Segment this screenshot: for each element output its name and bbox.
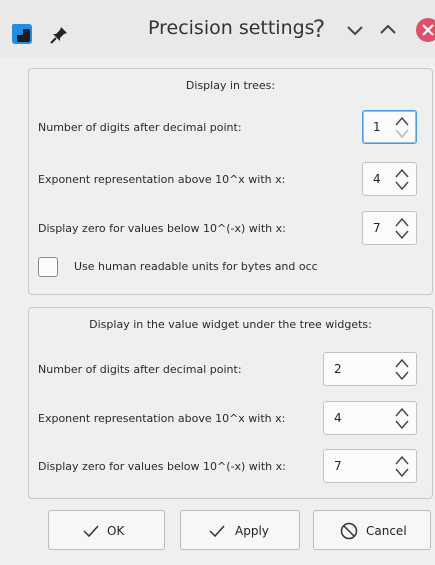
value-widget-group-title: Display in the value widget under the tr…: [89, 318, 372, 331]
chevron-down-icon[interactable]: [394, 180, 410, 192]
checkmark-icon: [83, 525, 99, 538]
value-digits-label: Number of digits after decimal point:: [38, 363, 242, 376]
value-digits-spinbox[interactable]: 2: [323, 352, 417, 386]
chevron-down-icon[interactable]: [394, 467, 410, 479]
trees-group-title: Display in trees:: [185, 79, 276, 92]
apply-button[interactable]: Apply: [180, 510, 300, 550]
value-zero-spinbox[interactable]: 7: [323, 449, 417, 483]
chevron-down-icon[interactable]: [342, 16, 368, 44]
value-exponent-spinbox[interactable]: 4: [323, 401, 417, 435]
chevron-down-icon[interactable]: [394, 419, 410, 431]
ok-label: OK: [107, 524, 125, 538]
ok-button[interactable]: OK: [48, 510, 165, 550]
spin-value: 7: [334, 459, 342, 473]
trees-exponent-spinbox[interactable]: 4: [362, 162, 417, 196]
chevron-up-icon[interactable]: [394, 406, 410, 418]
cancel-label: Cancel: [366, 524, 407, 538]
trees-group: Display in trees: Number of digits after…: [28, 68, 433, 295]
spin-value: 7: [373, 221, 381, 235]
chevron-up-icon[interactable]: [394, 216, 410, 228]
checkmark-icon: [209, 525, 225, 538]
chevron-up-icon[interactable]: [394, 454, 410, 466]
close-icon[interactable]: [415, 16, 435, 44]
trees-zero-label: Display zero for values below 10^(-x) wi…: [38, 222, 286, 235]
chevron-down-icon[interactable]: [394, 370, 410, 382]
window-title: Precision settings: [148, 17, 315, 39]
trees-digits-spinbox[interactable]: 1: [362, 110, 417, 144]
help-icon[interactable]: ?: [306, 16, 332, 44]
cancel-button[interactable]: Cancel: [313, 510, 431, 550]
value-zero-label: Display zero for values below 10^(-x) wi…: [38, 460, 286, 473]
title-bar[interactable]: Precision settings ?: [0, 0, 435, 58]
chevron-up-icon[interactable]: [394, 357, 410, 369]
chevron-up-icon[interactable]: [375, 16, 401, 44]
chevron-up-icon[interactable]: [394, 167, 410, 179]
human-readable-label[interactable]: Use human readable units for bytes and o…: [74, 260, 318, 273]
value-widget-group: Display in the value widget under the tr…: [28, 307, 433, 499]
spin-value: 4: [334, 411, 342, 425]
spin-value: 2: [334, 362, 342, 376]
chevron-up-icon[interactable]: [394, 115, 410, 127]
cancel-icon: [340, 522, 358, 540]
trees-zero-spinbox[interactable]: 7: [362, 211, 417, 245]
app-icon: [12, 24, 32, 44]
pin-icon[interactable]: [48, 24, 70, 46]
trees-digits-label: Number of digits after decimal point:: [38, 121, 242, 134]
chevron-down-icon[interactable]: [394, 128, 410, 140]
chevron-down-icon[interactable]: [394, 229, 410, 241]
human-readable-checkbox[interactable]: [38, 257, 58, 277]
spin-value: 1: [373, 120, 381, 134]
apply-label: Apply: [235, 524, 269, 538]
trees-exponent-label: Exponent representation above 10^x with …: [38, 173, 286, 186]
value-exponent-label: Exponent representation above 10^x with …: [38, 412, 286, 425]
spin-value: 4: [373, 172, 381, 186]
